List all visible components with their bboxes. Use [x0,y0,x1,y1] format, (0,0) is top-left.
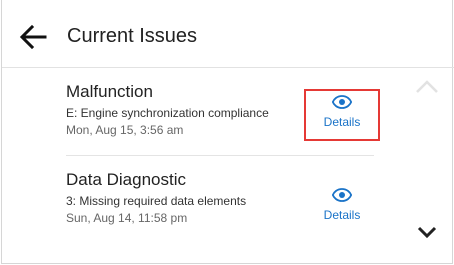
divider [66,155,374,156]
chevron-down-icon[interactable] [416,224,438,240]
header: Current Issues [2,0,454,68]
details-button-data-diagnostic[interactable]: Details [307,188,377,222]
highlight-box [304,89,380,141]
eye-icon [332,188,352,202]
back-arrow-icon[interactable] [18,22,48,52]
page-title: Current Issues [67,25,198,47]
issues-panel: Current Issues Malfunction E: Engine syn… [1,0,454,264]
issue-name: Data Diagnostic [66,170,187,189]
chevron-up-icon[interactable] [414,77,440,95]
details-label: Details [323,208,361,222]
